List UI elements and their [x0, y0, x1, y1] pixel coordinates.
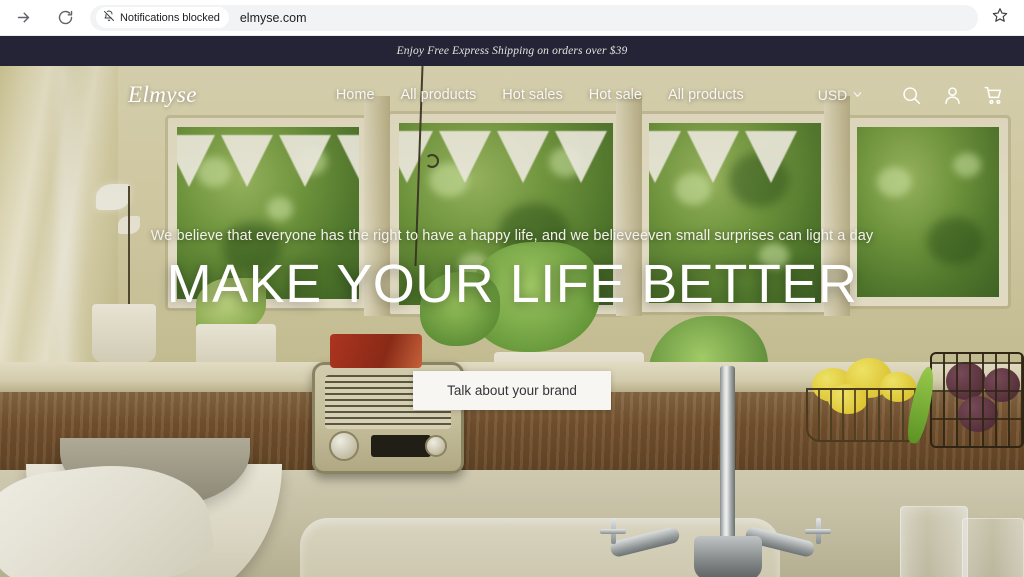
site-header: Elmyse Home All products Hot sales Hot s… — [0, 66, 1024, 124]
bell-slash-icon — [103, 9, 115, 27]
nav-item-hot-sale[interactable]: Hot sale — [589, 87, 642, 103]
header-icon-group — [901, 85, 1004, 106]
browser-toolbar: Notifications blocked elmyse.com — [0, 0, 1024, 36]
reload-icon — [57, 9, 74, 26]
announcement-text: Enjoy Free Express Shipping on orders ov… — [396, 45, 628, 57]
main-navigation: Home All products Hot sales Hot sale All… — [336, 87, 744, 103]
hero-section: Elmyse Home All products Hot sales Hot s… — [0, 66, 1024, 577]
bookmark-button[interactable] — [986, 4, 1014, 32]
address-bar[interactable]: Notifications blocked elmyse.com — [90, 4, 978, 31]
hero-background-image — [0, 66, 1024, 577]
notifications-blocked-label: Notifications blocked — [120, 11, 220, 24]
nav-item-all-products[interactable]: All products — [401, 87, 477, 103]
account-icon[interactable] — [942, 85, 963, 106]
currency-label: USD — [817, 87, 848, 103]
nav-item-hot-sales[interactable]: Hot sales — [502, 87, 562, 103]
currency-selector[interactable]: USD — [818, 87, 864, 103]
nav-item-all-products-2[interactable]: All products — [668, 87, 744, 103]
cart-icon[interactable] — [983, 85, 1004, 106]
search-icon[interactable] — [901, 85, 922, 106]
star-icon — [992, 7, 1008, 28]
hero-cta-button[interactable]: Talk about your brand — [413, 370, 611, 410]
site-logo[interactable]: Elmyse — [128, 82, 197, 108]
nav-item-home[interactable]: Home — [336, 87, 375, 103]
forward-button[interactable] — [10, 5, 36, 31]
arrow-forward-icon — [15, 9, 32, 26]
chevron-down-icon — [852, 87, 863, 103]
notifications-blocked-chip[interactable]: Notifications blocked — [96, 7, 229, 28]
reload-button[interactable] — [52, 5, 78, 31]
announcement-bar: Enjoy Free Express Shipping on orders ov… — [0, 36, 1024, 66]
url-text: elmyse.com — [239, 10, 307, 25]
